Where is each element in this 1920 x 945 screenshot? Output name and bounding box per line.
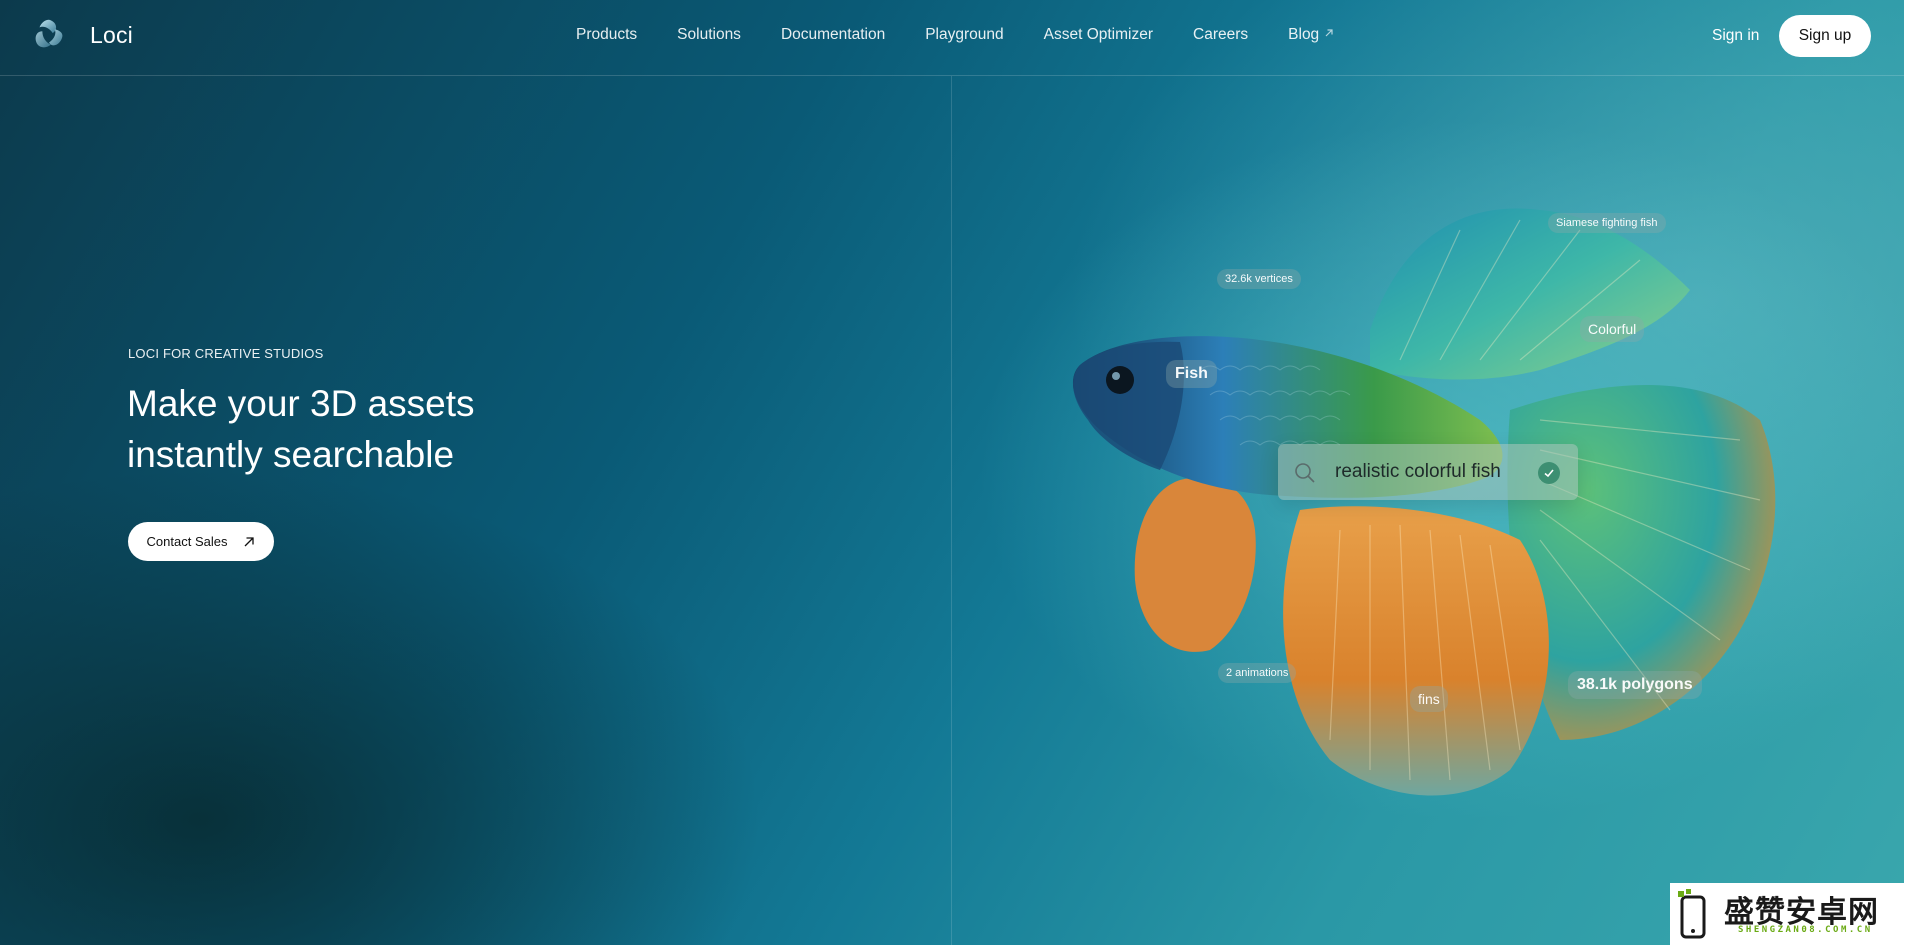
main-nav: Products Solutions Documentation Playgro…: [576, 26, 1334, 44]
site-watermark: 盛赞安卓网 SHENGZAN08.COM.CN: [1670, 883, 1920, 945]
nav-item-products[interactable]: Products: [576, 26, 637, 44]
arrow-up-right-icon: [1325, 29, 1333, 37]
nav-item-careers[interactable]: Careers: [1193, 26, 1248, 44]
nav-label: Documentation: [780, 26, 886, 43]
nav-label: Careers: [1193, 26, 1249, 43]
nav-item-solutions[interactable]: Solutions: [677, 26, 741, 44]
sign-in-link[interactable]: Sign in: [1712, 27, 1759, 45]
tag-siamese-fighting-fish: Siamese fighting fish: [1548, 213, 1666, 233]
nav-label: Blog: [1288, 26, 1320, 43]
demo-search-bar: realistic colorful fish: [1278, 444, 1578, 500]
nav-label: Playground: [925, 26, 1004, 43]
page-edge: [1904, 0, 1920, 945]
hero-eyebrow: LOCI FOR CREATIVE STUDIOS: [128, 346, 324, 361]
nav-label: Solutions: [677, 26, 741, 43]
section-divider: [951, 76, 952, 945]
contact-sales-button[interactable]: Contact Sales: [128, 522, 274, 561]
sign-up-button[interactable]: Sign up: [1779, 15, 1871, 57]
site-header: Loci Products Solutions Documentation Pl…: [0, 0, 1904, 76]
phone-logo-icon: [1678, 889, 1706, 939]
tag-animations: 2 animations: [1218, 663, 1297, 683]
nav-label: Products: [576, 26, 638, 43]
betta-fish-illustration: [1072, 208, 1776, 796]
loci-logo-icon: [35, 19, 63, 48]
tag-polygons: 38.1k polygons: [1568, 671, 1702, 699]
search-icon: [1295, 463, 1315, 483]
headline-line-2: instantly searchable: [127, 434, 455, 475]
nav-label: Asset Optimizer: [1043, 26, 1154, 43]
check-icon: [1538, 462, 1560, 484]
tag-vertices: 32.6k vertices: [1217, 269, 1301, 289]
tag-fish: Fish: [1166, 360, 1217, 388]
nav-item-asset-optimizer[interactable]: Asset Optimizer: [1044, 26, 1153, 44]
nav-item-documentation[interactable]: Documentation: [781, 26, 885, 44]
headline-line-1: Make your 3D assets: [127, 383, 475, 424]
nav-item-playground[interactable]: Playground: [925, 26, 1003, 44]
brand[interactable]: Loci: [30, 16, 133, 54]
tag-colorful: Colorful: [1580, 316, 1645, 342]
demo-search-query: realistic colorful fish: [1335, 461, 1501, 482]
tag-fins: fins: [1410, 686, 1448, 712]
nav-item-blog[interactable]: Blog: [1288, 26, 1334, 44]
arrow-up-right-icon: [245, 536, 255, 546]
hero-headline: Make your 3D assets instantly searchable: [127, 378, 687, 480]
contact-sales-label: Contact Sales: [146, 534, 228, 549]
landing-page: Loci Products Solutions Documentation Pl…: [0, 0, 1920, 945]
watermark-text-en: SHENGZAN08.COM.CN: [1738, 925, 1873, 935]
brand-name: Loci: [90, 21, 133, 48]
